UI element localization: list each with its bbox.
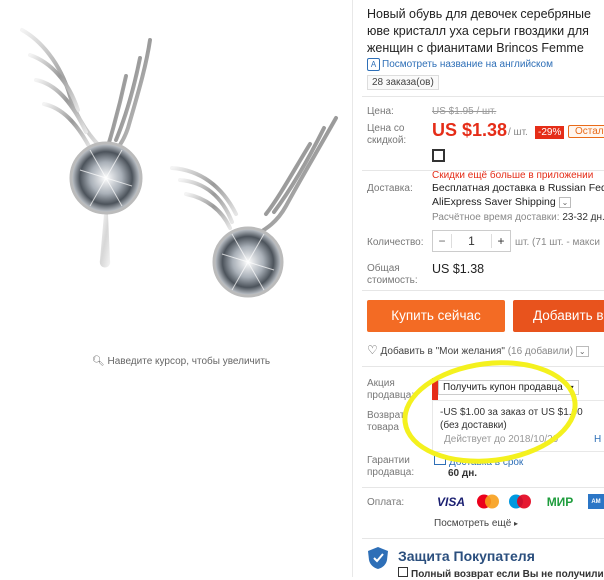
product-title: Новый обувь для девочек серебряные юве к… [367,7,591,55]
quantity-label: Количество: [367,237,424,248]
buy-now-button[interactable]: Купить сейчас [367,300,505,332]
product-gallery[interactable]: 🔍︎ Наведите курсор, чтобы увеличить [0,0,352,577]
amex-icon: AM [588,494,604,509]
stock-badge: Остало [568,125,604,138]
guarantee-label-line2: продавца: [367,467,415,478]
coupon-get-link[interactable]: Н [594,434,601,445]
shipping-service[interactable]: AliExpress Saver Shipping [432,196,556,208]
magnifier-icon: 🔍︎ [92,356,105,367]
total-label-line2: стоимость: [367,275,418,286]
seller-promo-label: Акция продавца: [367,378,414,402]
returns-label-line2: товара [367,422,399,433]
total-label: Общая стоимость: [367,263,418,287]
wishlist-count: (16 добавили) [507,346,574,357]
buyer-protection-title: Защита Покупателя [398,548,535,564]
wishlist-text[interactable]: Добавить в "Мои желания" [381,346,505,357]
product-image[interactable] [0,0,352,345]
app-discount-text[interactable]: Скидки ещё больше в приложении [432,170,593,181]
minus-button[interactable]: − [433,234,452,248]
orders-count: 28 заказа(ов) [367,75,439,90]
guarantee-label-line1: Гарантии [367,455,410,466]
available-quantity: шт. (71 шт. - макси [515,237,600,248]
shipping-service-select[interactable]: AliExpress Saver Shipping ⌄ [432,196,572,208]
payment-label: Оплата: [367,497,405,508]
discount-badge: -29% [535,126,565,139]
see-more-text[interactable]: Посмотреть ещё [434,518,511,529]
translate-icon: A [367,58,380,71]
shipping-label: Доставка: [367,183,413,194]
promo-label-line1: Акция [367,378,395,389]
chevron-down-icon[interactable]: ⌄ [575,346,589,357]
shield-icon [367,546,389,575]
full-refund-text: Полный возврат если Вы не получили [398,567,604,580]
translate-link[interactable]: A Посмотреть название на английском [367,58,553,71]
shipping-method: Бесплатная доставка в Russian Fede [432,182,604,194]
qr-code-icon [432,149,445,163]
mir-icon: МИР [546,494,574,509]
zoom-hint: 🔍︎ Наведите курсор, чтобы увеличить [92,356,270,367]
refund-text: Полный возврат если Вы не получили [411,569,604,580]
quantity-input[interactable]: 1 [452,234,491,248]
pane-divider [352,0,353,577]
checkbox-icon [398,567,408,577]
visa-icon: VISA [436,494,465,509]
heart-icon[interactable]: ♡ [367,343,378,357]
divider [362,170,604,171]
mastercard-icon [476,494,500,509]
eta-value: 23-32 дн. [562,212,604,223]
divider [362,290,604,291]
eta-label: Расчётное время доставки: [432,212,560,223]
old-price: US $1.95 / шт. [432,106,497,117]
price-label: Цена: [367,106,394,117]
discount-label-line2: скидкой: [367,135,407,146]
quantity-stepper[interactable]: − 1 + [432,230,511,252]
returns-label-line1: Возврат [367,410,405,421]
delivery-eta: Расчётное время доставки: 23-32 дн. [432,212,604,223]
total-label-line1: Общая [367,263,400,274]
highlight-circle [396,350,584,474]
total-price: US $1.38 [432,262,485,276]
divider [362,538,604,539]
discount-price-label: Цена со скидкой: [367,123,406,147]
caret-right-icon[interactable]: ▸ [514,519,518,528]
returns-label: Возврат товара [367,410,405,434]
add-to-cart-button[interactable]: Добавить в [513,300,604,332]
discount-label-line1: Цена со [367,123,405,134]
payment-methods: VISA МИР AM [434,494,604,509]
translate-link-text[interactable]: Посмотреть название на английском [382,59,553,70]
zoom-hint-text: Наведите курсор, чтобы увеличить [107,356,271,367]
guarantee-label: Гарантии продавца: [367,455,414,479]
chevron-down-icon[interactable]: ⌄ [558,197,572,208]
price-unit: / шт. [508,127,528,138]
wishlist-button[interactable]: ♡ Добавить в "Мои желания" (16 добавили)… [367,343,589,357]
delivery-days: 60 дн. [448,468,478,479]
app-discount[interactable]: Скидки ещё больше в приложении [432,147,604,183]
see-more-payments[interactable]: Посмотреть ещё ▸ [434,518,518,529]
divider [362,96,604,97]
plus-button[interactable]: + [491,234,510,248]
divider [362,487,604,488]
maestro-icon [508,494,532,509]
new-price: US $1.38 [432,120,508,140]
